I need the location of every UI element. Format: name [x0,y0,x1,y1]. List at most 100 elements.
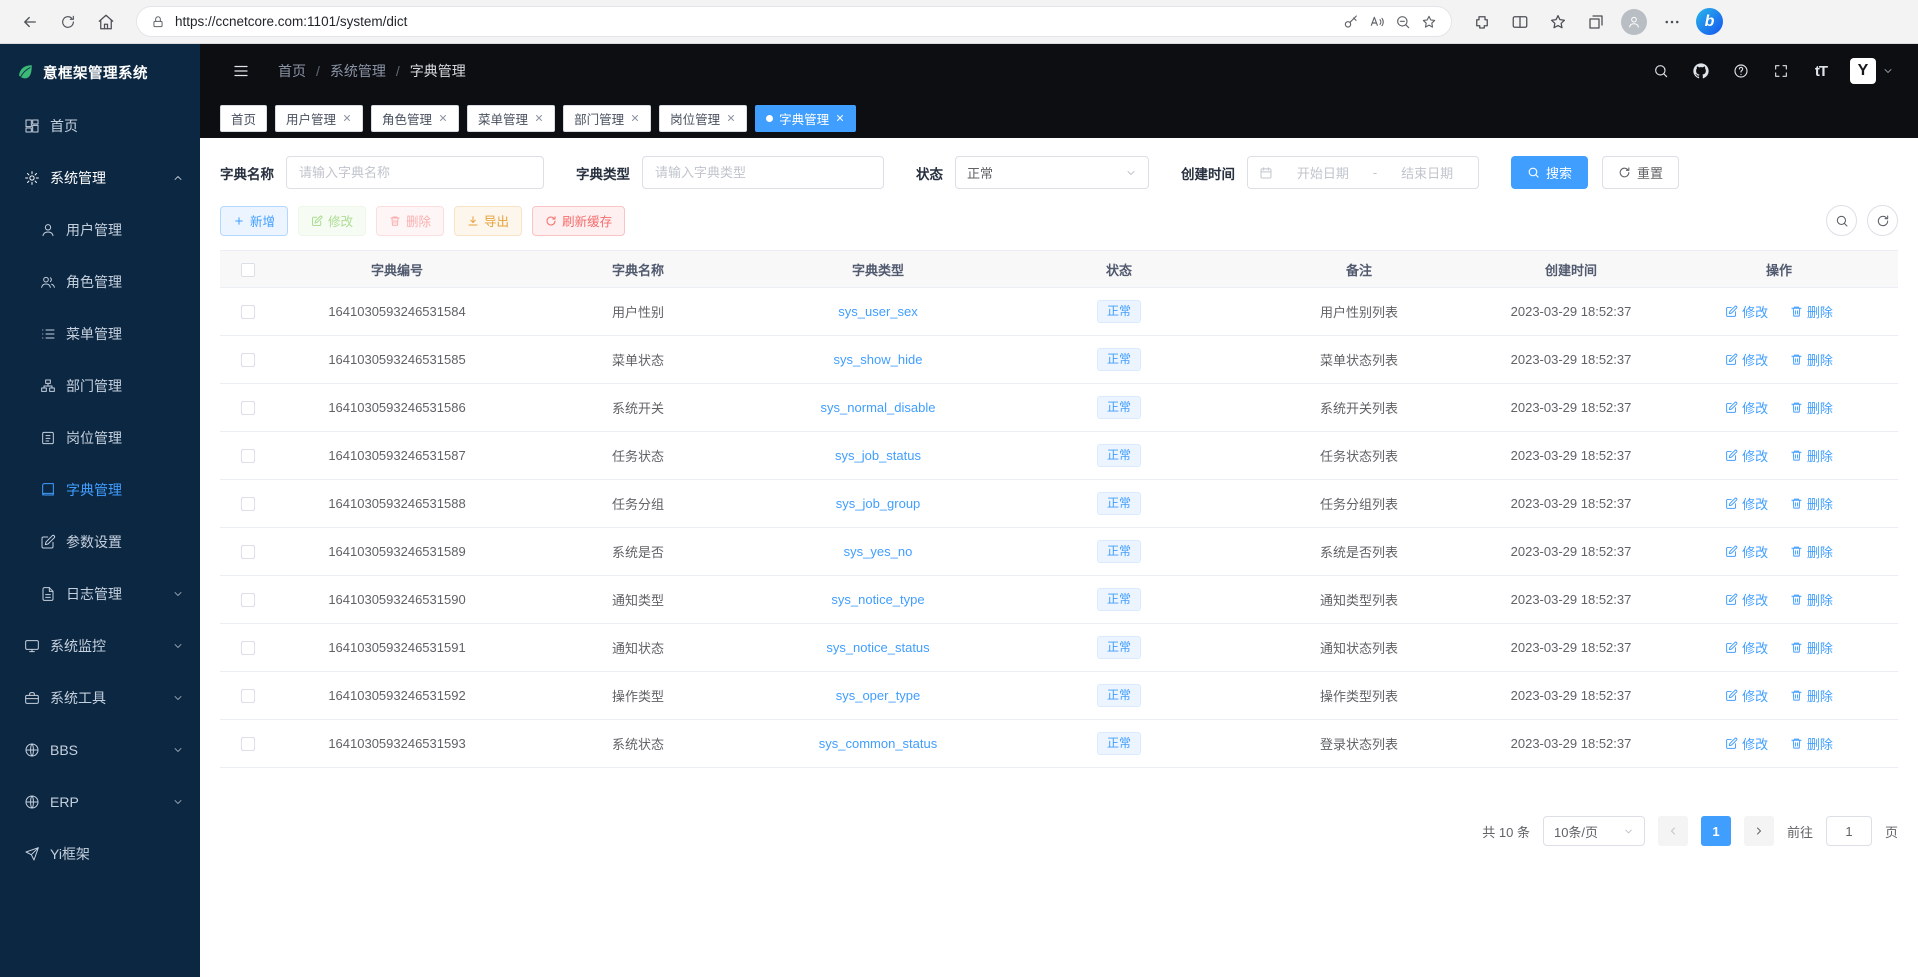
add-button[interactable]: 新增 [220,206,288,236]
goto-page-input[interactable] [1826,816,1872,846]
dict-type-link[interactable]: sys_notice_status [826,640,929,655]
dict-type-link[interactable]: sys_notice_type [831,592,924,607]
dict-type-link[interactable]: sys_job_status [835,448,921,463]
font-size-icon[interactable]: tT [1804,55,1838,87]
row-delete-link[interactable]: 删除 [1790,734,1833,753]
favorites-icon[interactable] [1540,4,1576,40]
sidebar-item-dict-management[interactable]: 字典管理 [0,464,200,516]
date-range-picker[interactable]: 开始日期 - 结束日期 [1247,156,1479,189]
fullscreen-icon[interactable] [1764,55,1798,87]
prev-page-button[interactable] [1658,816,1688,846]
sidebar-item-menu-management[interactable]: 菜单管理 [0,308,200,360]
bing-chat-icon[interactable]: b [1696,8,1723,35]
row-delete-link[interactable]: 删除 [1790,638,1833,657]
sidebar-item-system-monitor[interactable]: 系统监控 [0,620,200,672]
sidebar-item-erp[interactable]: ERP [0,776,200,828]
export-button[interactable]: 导出 [454,206,522,236]
row-delete-link[interactable]: 删除 [1790,350,1833,369]
sidebar-item-role-management[interactable]: 角色管理 [0,256,200,308]
back-button[interactable] [12,4,48,40]
dropdown-caret-icon[interactable] [1882,65,1894,77]
edit-button[interactable]: 修改 [298,206,366,236]
tab-home[interactable]: 首页 [220,105,267,132]
row-checkbox[interactable] [241,353,255,367]
user-avatar-logo[interactable]: Y [1850,58,1876,84]
close-icon[interactable] [726,113,736,123]
tab-dept-management[interactable]: 部门管理 [563,105,651,132]
dict-type-link[interactable]: sys_oper_type [836,688,921,703]
row-edit-link[interactable]: 修改 [1725,494,1768,513]
row-checkbox[interactable] [241,401,255,415]
dict-type-link[interactable]: sys_common_status [819,736,938,751]
sidebar-item-system-tools[interactable]: 系统工具 [0,672,200,724]
close-icon[interactable] [438,113,448,123]
read-aloud-icon[interactable] [1369,14,1385,30]
row-checkbox[interactable] [241,497,255,511]
row-edit-link[interactable]: 修改 [1725,302,1768,321]
sidebar-item-dept-management[interactable]: 部门管理 [0,360,200,412]
row-edit-link[interactable]: 修改 [1725,542,1768,561]
row-delete-link[interactable]: 删除 [1790,494,1833,513]
tab-menu-management[interactable]: 菜单管理 [467,105,555,132]
sidebar-item-post-management[interactable]: 岗位管理 [0,412,200,464]
help-icon[interactable] [1724,55,1758,87]
row-checkbox[interactable] [241,737,255,751]
page-size-select[interactable]: 10条/页 [1543,816,1645,846]
header-search-icon[interactable] [1644,55,1678,87]
select-all-checkbox[interactable] [241,263,255,277]
extensions-icon[interactable] [1464,4,1500,40]
row-delete-link[interactable]: 删除 [1790,590,1833,609]
dict-type-link[interactable]: sys_normal_disable [821,400,936,415]
address-bar[interactable]: https://ccnetcore.com:1101/system/dict [136,6,1452,37]
row-edit-link[interactable]: 修改 [1725,590,1768,609]
sidebar-item-home[interactable]: 首页 [0,100,200,152]
tab-role-management[interactable]: 角色管理 [371,105,459,132]
row-edit-link[interactable]: 修改 [1725,350,1768,369]
current-page-button[interactable]: 1 [1701,816,1731,846]
dict-type-link[interactable]: sys_user_sex [838,304,917,319]
reset-button[interactable]: 重置 [1602,156,1679,189]
row-delete-link[interactable]: 删除 [1790,686,1833,705]
next-page-button[interactable] [1744,816,1774,846]
site-security-icon[interactable] [151,15,165,29]
refresh-cache-button[interactable]: 刷新缓存 [532,206,625,236]
row-edit-link[interactable]: 修改 [1725,734,1768,753]
row-checkbox[interactable] [241,641,255,655]
close-icon[interactable] [835,113,845,123]
toggle-search-button[interactable] [1826,205,1857,236]
sidebar-item-yi-framework[interactable]: Yi框架 [0,828,200,880]
dict-name-input[interactable] [286,156,544,189]
home-button[interactable] [88,4,124,40]
row-checkbox[interactable] [241,689,255,703]
breadcrumb-home[interactable]: 首页 [278,61,306,81]
add-favorite-icon[interactable] [1421,14,1437,30]
sidebar-toggle[interactable] [224,55,258,87]
tab-post-management[interactable]: 岗位管理 [659,105,747,132]
profile-avatar[interactable] [1616,4,1652,40]
close-icon[interactable] [534,113,544,123]
row-checkbox[interactable] [241,593,255,607]
row-edit-link[interactable]: 修改 [1725,446,1768,465]
row-checkbox[interactable] [241,545,255,559]
collections-icon[interactable] [1578,4,1614,40]
row-delete-link[interactable]: 删除 [1790,398,1833,417]
row-checkbox[interactable] [241,305,255,319]
app-logo[interactable]: 意框架管理系统 [0,44,200,100]
close-icon[interactable] [630,113,640,123]
refresh-table-button[interactable] [1867,205,1898,236]
row-delete-link[interactable]: 删除 [1790,302,1833,321]
row-delete-link[interactable]: 删除 [1790,446,1833,465]
tab-dict-management[interactable]: 字典管理 [755,105,856,132]
zoom-out-icon[interactable] [1395,14,1411,30]
sidebar-item-system-management[interactable]: 系统管理 [0,152,200,204]
dict-type-link[interactable]: sys_yes_no [844,544,913,559]
row-edit-link[interactable]: 修改 [1725,638,1768,657]
refresh-button[interactable] [50,4,86,40]
github-icon[interactable] [1684,55,1718,87]
sidebar-item-param-settings[interactable]: 参数设置 [0,516,200,568]
sidebar-item-bbs[interactable]: BBS [0,724,200,776]
browser-menu-icon[interactable] [1654,4,1690,40]
row-edit-link[interactable]: 修改 [1725,398,1768,417]
delete-button[interactable]: 删除 [376,206,444,236]
password-manager-icon[interactable] [1343,14,1359,30]
